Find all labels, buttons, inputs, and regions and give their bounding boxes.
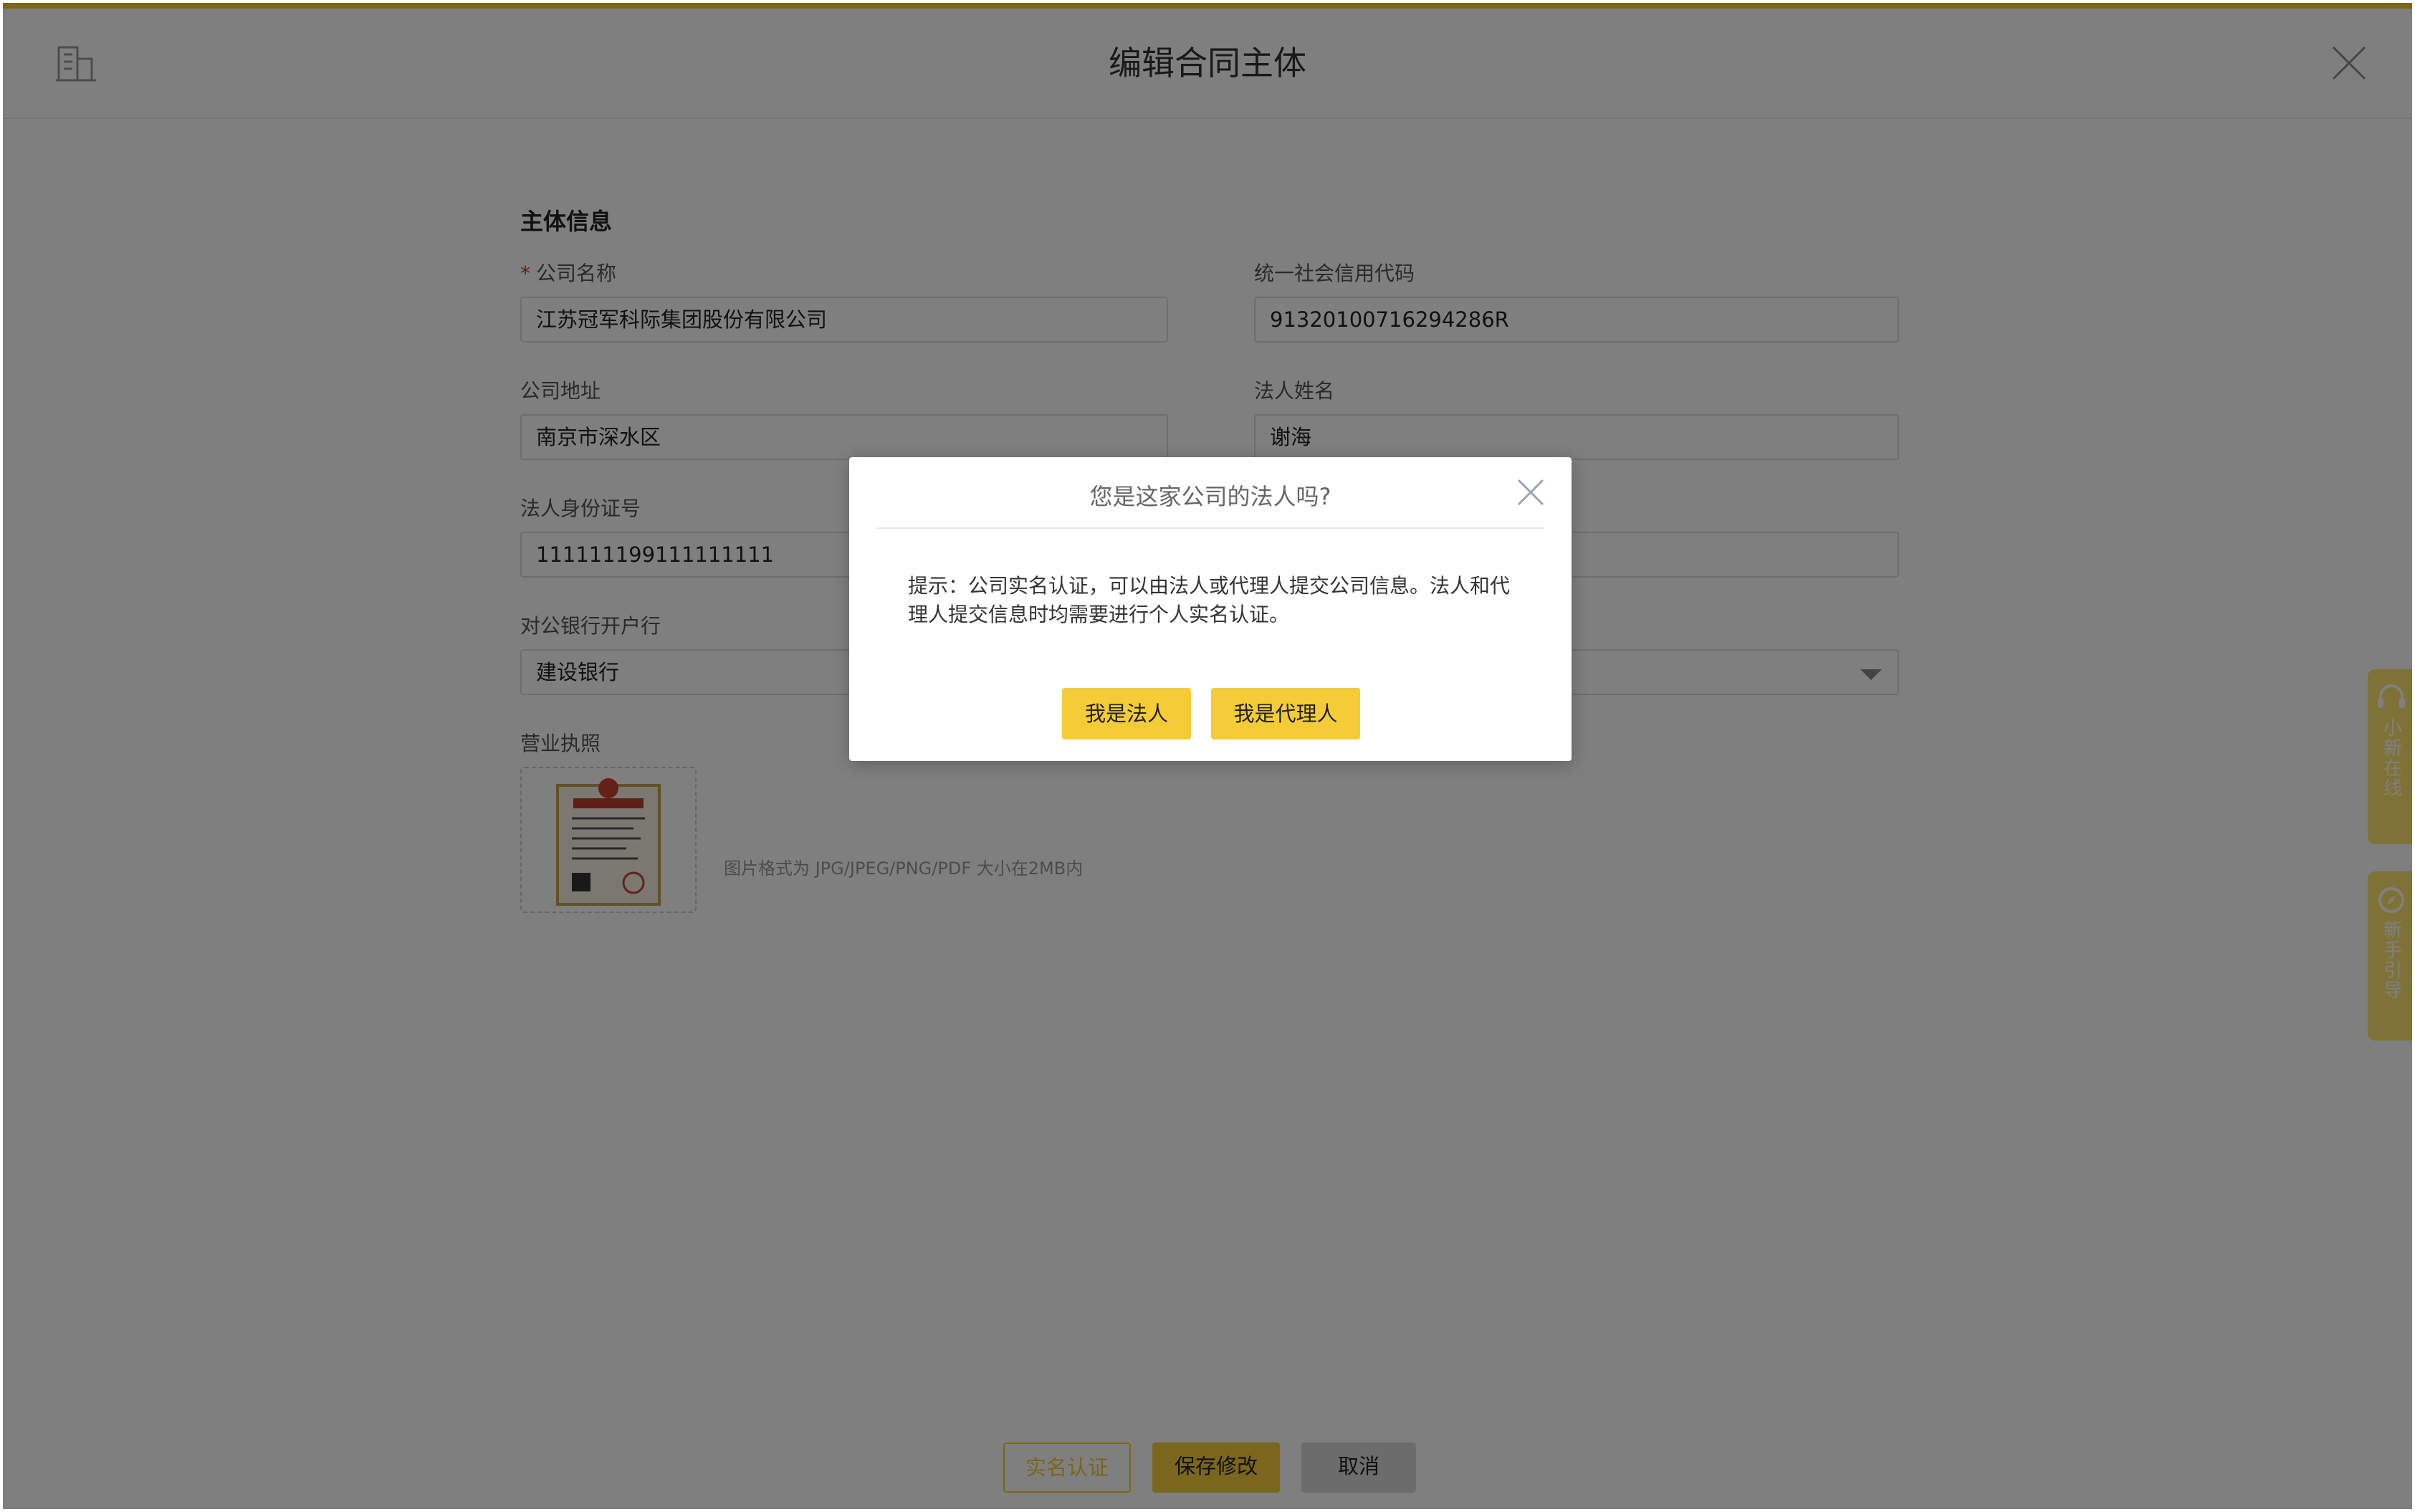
dialog-title: 您是这家公司的法人吗? [1089,483,1331,510]
legal-person-dialog: 您是这家公司的法人吗? 提示：公司实名认证，可以由法人或代理人提交公司信息。法人… [849,457,1572,761]
dialog-body: 提示：公司实名认证，可以由法人或代理人提交公司信息。法人和代理人提交信息时均需要… [908,574,1511,626]
edit-contract-entity-page: 编辑合同主体 主体信息 *公司名称 江苏冠军科际集团股份有限公司 统一社会信用代… [3,3,2412,1509]
close-icon[interactable] [1516,477,1546,507]
agent-button[interactable]: 我是代理人 [1211,688,1360,740]
dialog-divider [876,527,1544,529]
legal-person-button[interactable]: 我是法人 [1062,688,1191,740]
